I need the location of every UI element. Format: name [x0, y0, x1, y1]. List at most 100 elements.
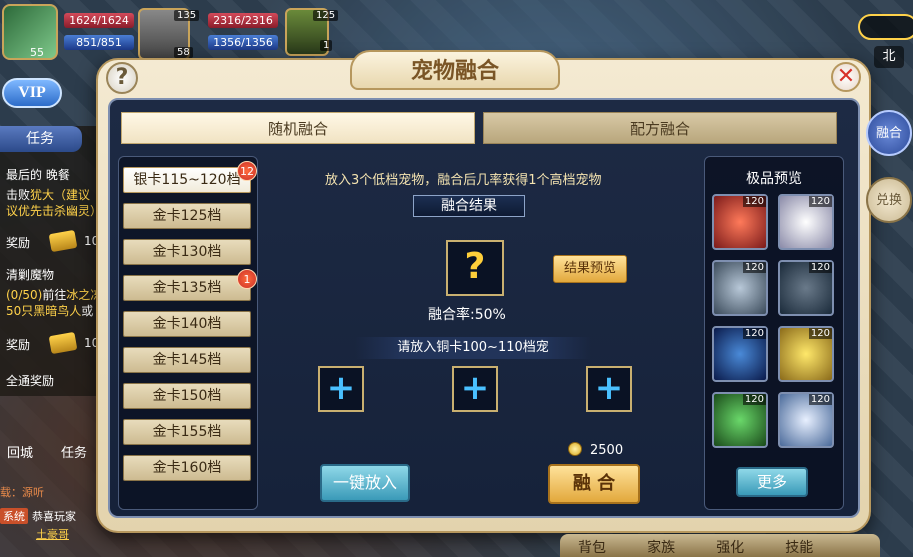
- task-nav-button[interactable]: 任务: [54, 414, 94, 462]
- tier-item-4[interactable]: 金卡135档: [123, 275, 251, 301]
- preview-pet-1[interactable]: 120: [712, 194, 768, 250]
- return-city-button[interactable]: 回城: [0, 414, 40, 462]
- preview-pet-6[interactable]: 120: [778, 326, 834, 382]
- preview-pet-1-level: 120: [742, 196, 766, 207]
- result-title: 融合结果: [413, 195, 525, 217]
- quest1-desc: 击败犹大（建议: [6, 186, 90, 203]
- dialog-title: 宠物融合: [350, 50, 560, 90]
- chat-player-name[interactable]: 土豪哥: [36, 526, 69, 542]
- tier-item-5[interactable]: 金卡140档: [123, 311, 251, 337]
- preview-pet-8[interactable]: 120: [778, 392, 834, 448]
- task-nav-label: 任务: [60, 446, 87, 461]
- preview-pet-2-level: 120: [808, 196, 832, 207]
- quest1-desc2-text: 议优先击杀幽灵）: [6, 204, 103, 218]
- fusion-cost: 2500: [568, 442, 623, 458]
- side-tab-exchange[interactable]: 兑换: [866, 177, 912, 223]
- quest2-desc-b: 前往: [42, 288, 67, 302]
- chat-line-0: 载：源听: [0, 484, 44, 500]
- pet-mp-bar: 1356/1356: [208, 35, 278, 50]
- pet-level-badge-2: 58: [174, 47, 193, 58]
- result-slot[interactable]: ?: [446, 240, 504, 296]
- side-tab-fuse[interactable]: 融合: [866, 110, 912, 156]
- quest2-desc2-b: 黑暗鸟人: [33, 304, 82, 318]
- quest1-title-text: 最后的 晚餐: [6, 168, 70, 182]
- quest1-desc-b: 犹大: [30, 188, 55, 202]
- player-hp-bar: 1624/1624: [64, 13, 134, 28]
- chat-line-1-text: 恭喜玩家: [32, 510, 76, 523]
- preview-pet-2[interactable]: 120: [778, 194, 834, 250]
- player-mp-bar: 851/851: [64, 35, 134, 50]
- vip-button[interactable]: VIP: [2, 78, 62, 108]
- player-level: 55: [30, 46, 44, 59]
- preview-pet-8-level: 120: [808, 394, 832, 405]
- fuse-button[interactable]: 融 合: [548, 464, 640, 504]
- more-button[interactable]: 更多: [736, 467, 808, 497]
- add-pet-slot-1[interactable]: +: [318, 366, 364, 412]
- tab-recipe-fusion[interactable]: 配方融合: [483, 112, 837, 144]
- preview-pet-3-level: 120: [742, 262, 766, 273]
- help-icon[interactable]: ?: [106, 62, 138, 94]
- preview-pet-6-level: 120: [808, 328, 832, 339]
- reward2-label: 奖励: [6, 338, 31, 352]
- quest2-desc: (0/50)前往冰之冻: [6, 286, 102, 303]
- preview-pet-4-level: 120: [808, 262, 832, 273]
- preview-panel-title: 极品预览: [746, 171, 802, 187]
- chat-line-0-text: 载：源听: [0, 486, 44, 499]
- preview-pet-5-level: 120: [742, 328, 766, 339]
- all-reward-label[interactable]: 全通奖励: [6, 372, 54, 389]
- bottom-item-enhance[interactable]: 强化: [716, 540, 744, 556]
- tier-badge-1: 12: [237, 161, 257, 181]
- fusion-instruction: 放入3个低档宠物，融合后几率获得1个高档宠物: [325, 173, 602, 188]
- fusion-cost-value: 2500: [590, 443, 624, 458]
- chat-system-tag: 系统: [0, 508, 28, 524]
- chat-line-1: 系统 恭喜玩家: [0, 508, 76, 524]
- preview-pet-4[interactable]: 120: [778, 260, 834, 316]
- bottom-menu: 背包 家族 强化 技能: [560, 534, 880, 557]
- add-pet-slot-2[interactable]: +: [452, 366, 498, 412]
- bottom-item-skill[interactable]: 技能: [785, 540, 813, 556]
- tab-random-fusion[interactable]: 随机融合: [121, 112, 475, 144]
- pet-level-badge: 135: [174, 10, 200, 21]
- preview-pet-3[interactable]: 120: [712, 260, 768, 316]
- tier-item-6[interactable]: 金卡145档: [123, 347, 251, 373]
- quest2-desc2: 50只黑暗鸟人或: [6, 302, 93, 319]
- gold-icon[interactable]: [858, 14, 913, 40]
- quest-tab[interactable]: 任务: [0, 126, 82, 152]
- quest2-desc2-c: 或: [81, 304, 94, 318]
- coin-icon: [568, 442, 582, 456]
- reward-label: 奖励: [6, 236, 31, 250]
- result-preview-button[interactable]: 结果预览: [553, 255, 627, 283]
- compass-direction: 北: [874, 46, 904, 68]
- bottom-item-family[interactable]: 家族: [647, 540, 675, 556]
- tier-item-1[interactable]: 银卡115~120档: [123, 167, 251, 193]
- add-pet-slot-3[interactable]: +: [586, 366, 632, 412]
- preview-pet-5[interactable]: 120: [712, 326, 768, 382]
- quest2-desc2-a: 50只: [6, 304, 34, 318]
- quest1-desc-a: 击败: [6, 188, 31, 202]
- close-icon[interactable]: ✕: [831, 62, 861, 92]
- tier-item-8[interactable]: 金卡155档: [123, 419, 251, 445]
- one-key-put-button[interactable]: 一键放入: [320, 464, 410, 502]
- pet-hp-bar: 2316/2316: [208, 13, 278, 28]
- put-pet-title: 请放入铜卡100~110档宠: [355, 337, 591, 359]
- quest2-title[interactable]: 清剿魔物: [6, 266, 54, 283]
- quest1-desc-c: （建议: [54, 188, 91, 202]
- city-icon: [0, 414, 40, 442]
- task-icon: [54, 414, 94, 442]
- tier-item-3[interactable]: 金卡130档: [123, 239, 251, 265]
- quest2-desc-a: (0/50): [6, 288, 43, 302]
- tier-item-2[interactable]: 金卡125档: [123, 203, 251, 229]
- quest1-desc2: 议优先击杀幽灵）: [6, 202, 102, 219]
- quest2-title-text: 清剿魔物: [6, 268, 55, 282]
- bottom-item-bag[interactable]: 背包: [578, 540, 606, 556]
- fusion-rate: 融合率:50%: [428, 307, 506, 323]
- tier-badge-4: 1: [237, 269, 257, 289]
- return-city-label: 回城: [6, 446, 33, 461]
- tier-item-9[interactable]: 金卡160档: [123, 455, 251, 481]
- preview-pet-7-level: 120: [742, 394, 766, 405]
- item-level: 125: [313, 10, 339, 21]
- item-count: 1: [320, 40, 333, 51]
- quest1-title[interactable]: 最后的 晚餐: [6, 166, 70, 183]
- preview-pet-7[interactable]: 120: [712, 392, 768, 448]
- tier-item-7[interactable]: 金卡150档: [123, 383, 251, 409]
